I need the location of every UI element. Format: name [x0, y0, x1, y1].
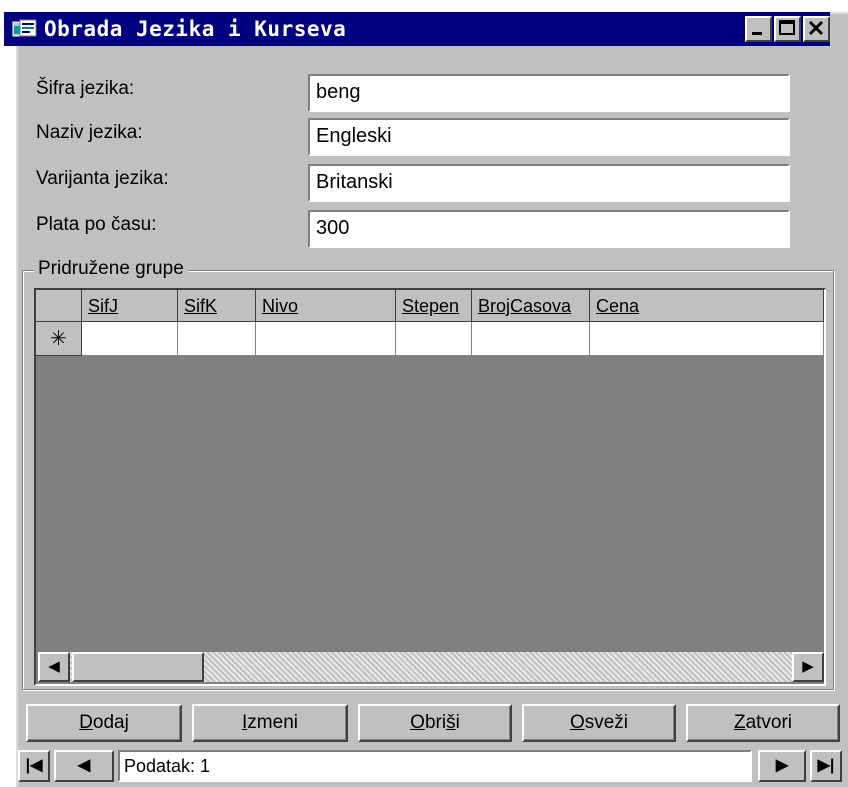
- cell-sifk[interactable]: [178, 322, 256, 356]
- sifra-jezika-field[interactable]: beng: [308, 74, 790, 112]
- close-icon[interactable]: [803, 16, 830, 42]
- next-record-icon[interactable]: ▶: [758, 750, 806, 782]
- obrisi-button[interactable]: Obriši: [358, 704, 512, 742]
- column-header-brojcasova[interactable]: BrojCasova: [472, 290, 590, 322]
- scroll-right-button[interactable]: ▶: [792, 652, 824, 682]
- previous-record-icon[interactable]: ◀: [54, 750, 114, 782]
- varijanta-jezika-field[interactable]: Britanski: [308, 164, 790, 202]
- column-header-cena[interactable]: Cena: [590, 290, 824, 322]
- cell-cena[interactable]: [590, 322, 824, 356]
- grid-corner: [36, 290, 82, 322]
- maximize-icon[interactable]: [774, 16, 801, 42]
- title-bar[interactable]: Obrada Jezika i Kurseva: [4, 12, 830, 46]
- scroll-left-button[interactable]: ◀: [38, 652, 70, 682]
- groupbox-label: Pridružene grupe: [34, 258, 188, 280]
- column-header-nivo[interactable]: Nivo: [256, 290, 396, 322]
- form-icon: [12, 18, 38, 40]
- window-title: Obrada Jezika i Kurseva: [44, 17, 347, 41]
- scroll-thumb[interactable]: [72, 652, 204, 682]
- dodaj-button[interactable]: Dodaj: [26, 704, 182, 742]
- column-header-sifj[interactable]: SifJ: [82, 290, 178, 322]
- new-record-selector[interactable]: ✳: [36, 322, 82, 356]
- label-sifra-jezika: Šifra jezika:: [36, 78, 135, 99]
- izmeni-button[interactable]: Izmeni: [192, 704, 348, 742]
- cell-stepen[interactable]: [396, 322, 472, 356]
- minimize-icon[interactable]: [745, 16, 772, 42]
- cell-sifj[interactable]: [82, 322, 178, 356]
- column-header-stepen[interactable]: Stepen: [396, 290, 472, 322]
- naziv-jezika-field[interactable]: Engleski: [308, 118, 790, 156]
- plata-po-casu-field[interactable]: 300: [308, 210, 790, 248]
- record-indicator: Podatak: 1: [118, 750, 752, 782]
- osvezi-button[interactable]: Osveži: [522, 704, 676, 742]
- horizontal-scrollbar[interactable]: ◀ ▶: [38, 652, 824, 682]
- column-header-sifk[interactable]: SifK: [178, 290, 256, 322]
- subform-grid[interactable]: SifJ SifK Nivo Stepen BrojCasova Cena ✳ …: [34, 288, 826, 686]
- cell-brojcasova[interactable]: [472, 322, 590, 356]
- cell-nivo[interactable]: [256, 322, 396, 356]
- label-naziv-jezika: Naziv jezika:: [36, 122, 143, 143]
- last-record-icon[interactable]: ▶|: [810, 750, 842, 782]
- label-varijanta-jezika: Varijanta jezika:: [36, 168, 169, 189]
- label-plata-po-casu: Plata po času:: [36, 214, 157, 235]
- record-navigation-bar: |◀ ◀ Podatak: 1 ▶ ▶|: [18, 748, 846, 784]
- zatvori-button[interactable]: Zatvori: [686, 704, 840, 742]
- first-record-icon[interactable]: |◀: [18, 750, 50, 782]
